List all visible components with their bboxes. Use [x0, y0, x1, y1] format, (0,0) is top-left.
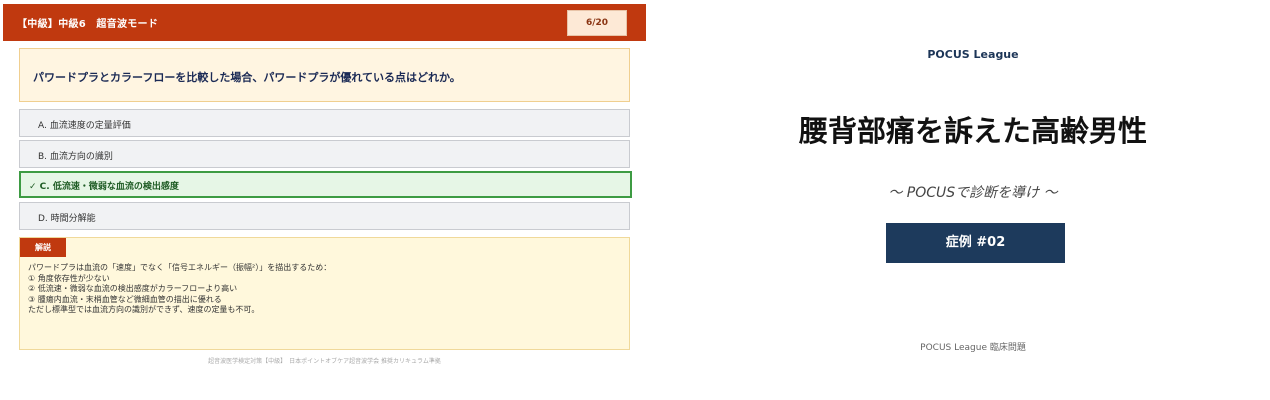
option-label: D. 時間分解能 — [38, 214, 96, 224]
quiz-panel: 【中級】中級6 超音波モード 6/20 パワードプラとカラーフローを比較した場合… — [3, 4, 646, 396]
explanation-line: ② 低流速・微弱な血流の検出感度がカラーフローより高い — [28, 284, 238, 293]
question-box: パワードプラとカラーフローを比較した場合、パワードプラが優れている点はどれか。 — [19, 48, 630, 102]
explanation-line: ただし標準型では血流方向の識別ができず、速度の定量も不可。 — [28, 305, 260, 314]
brand-name: POCUS League — [927, 48, 1019, 61]
explanation-line: パワードプラは血流の「速度」でなく「信号エネルギー（振幅²）」を描出するため： — [28, 263, 332, 272]
case-number-badge: 症例 #02 — [886, 223, 1065, 263]
quiz-footer: 超音波医学検定対策【中級】 日本ポイントオブケア超音波学会 推奨カリキュラム準拠 — [208, 358, 441, 365]
quiz-header: 【中級】中級6 超音波モード 6/20 — [3, 4, 646, 41]
option-label: A. 血流速度の定量評価 — [38, 121, 131, 131]
case-subtitle: 〜 POCUSで診断を導け 〜 — [888, 185, 1058, 201]
quiz-title: 【中級】中級6 超音波モード — [17, 19, 159, 30]
option-label: B. 血流方向の識別 — [38, 152, 113, 162]
option-d[interactable]: D. 時間分解能 — [19, 202, 630, 230]
explanation-box: 解説 パワードプラは血流の「速度」でなく「信号エネルギー（振幅²）」を描出するた… — [19, 237, 630, 350]
option-label: ✓ C. 低流速・微弱な血流の検出感度 — [29, 182, 179, 192]
explanation-line: ③ 腫瘍内血流・末梢血管など微細血管の描出に優れる — [28, 294, 222, 304]
option-c[interactable]: ✓ C. 低流速・微弱な血流の検出感度 — [19, 171, 632, 198]
case-title-card: POCUS League 腰背部痛を訴えた高齢男性 〜 POCUSで診断を導け … — [676, 0, 1270, 400]
card-footer: POCUS League 臨床問題 — [920, 343, 1026, 353]
option-b[interactable]: B. 血流方向の識別 — [19, 140, 630, 168]
option-a[interactable]: A. 血流速度の定量評価 — [19, 109, 630, 137]
explanation-badge: 解説 — [20, 238, 66, 257]
question-text: パワードプラとカラーフローを比較した場合、パワードプラが優れている点はどれか。 — [33, 71, 461, 84]
question-counter: 6/20 — [567, 10, 627, 36]
explanation-line: ① 角度依存性が少ない — [28, 273, 110, 283]
case-title: 腰背部痛を訴えた高齢男性 — [798, 114, 1147, 148]
explanation-text: パワードプラは血流の「速度」でなく「信号エネルギー（振幅²）」を描出するため： … — [28, 263, 331, 316]
